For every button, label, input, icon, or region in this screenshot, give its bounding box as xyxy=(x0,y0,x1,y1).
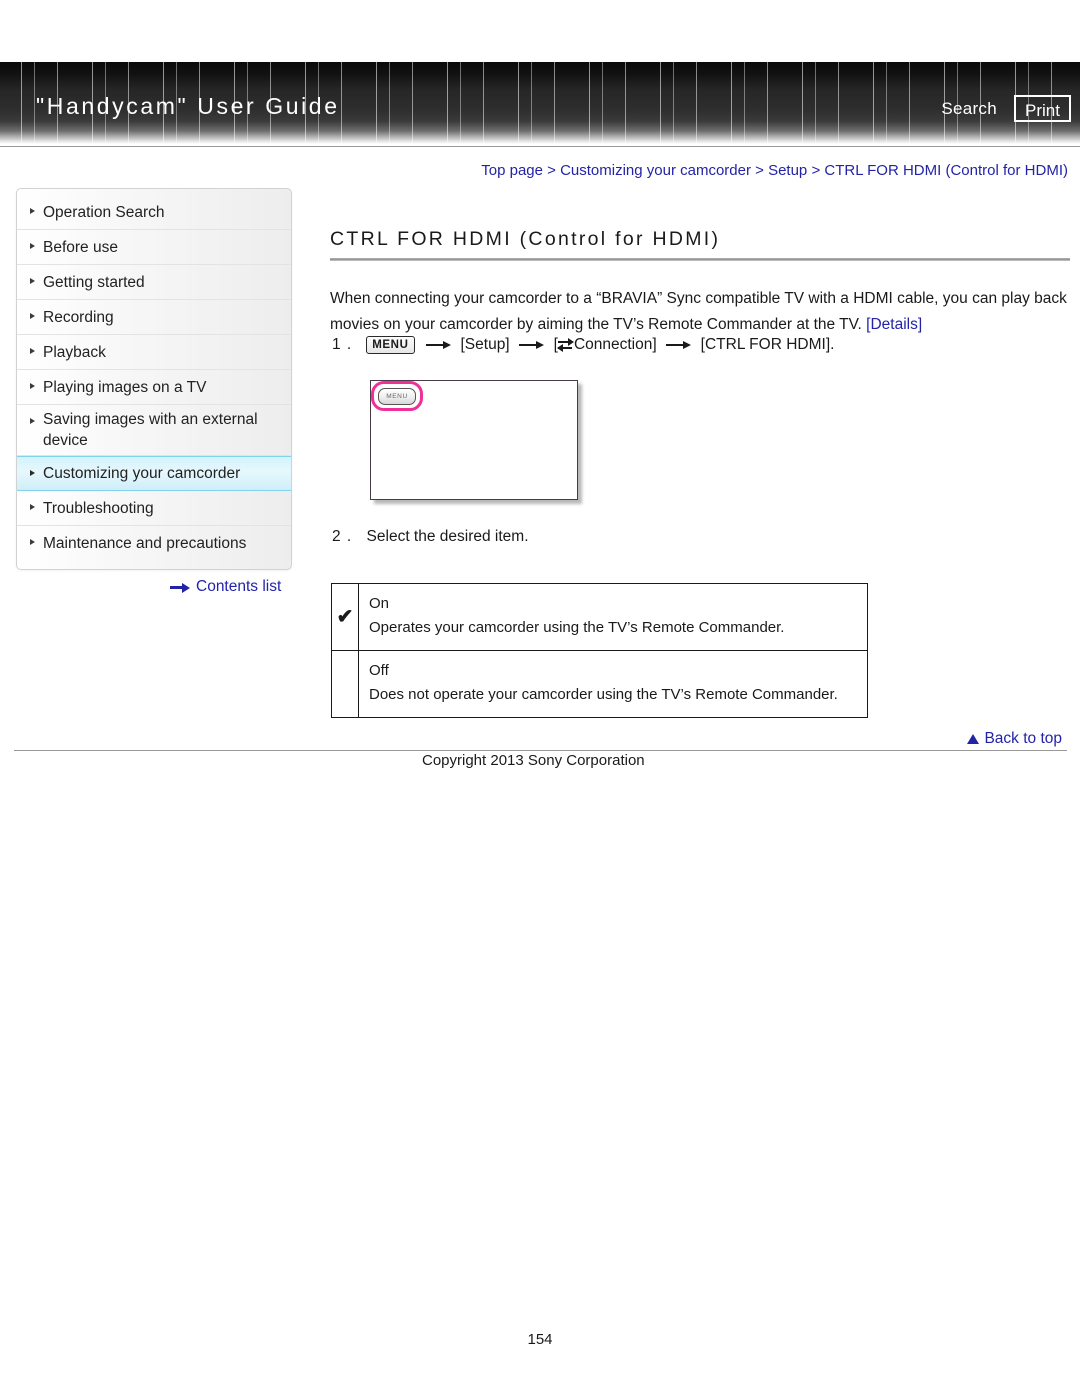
search-link[interactable]: Search xyxy=(941,99,997,119)
menu-button-icon: MENU xyxy=(366,336,415,354)
sidebar-item-label: Customizing your camcorder xyxy=(43,465,241,482)
option-selected-mark xyxy=(331,650,359,718)
caret-right-icon xyxy=(30,208,35,214)
option-name: On xyxy=(369,595,390,612)
sidebar-item-label: Playback xyxy=(43,343,106,361)
camcorder-screen-illustration: MENU xyxy=(370,380,582,504)
caret-right-icon xyxy=(30,504,35,510)
page-title: CTRL FOR HDMI (Control for HDMI) xyxy=(330,228,721,250)
sidebar-item-label: Playing images on a TV xyxy=(43,378,207,396)
option-description: Does not operate your camcorder using th… xyxy=(369,686,838,703)
option-cell: On Operates your camcorder using the TV’… xyxy=(358,583,868,651)
sidebar-item-recording[interactable]: Recording xyxy=(17,300,291,335)
back-to-top-link[interactable]: Back to top xyxy=(967,730,1062,748)
header-divider xyxy=(0,146,1080,147)
sidebar-item-label: Operation Search xyxy=(43,203,165,221)
copyright-notice: Copyright 2013 Sony Corporation xyxy=(422,752,645,769)
title-divider xyxy=(330,258,1070,261)
sidebar-item-maintenance-and-precautions[interactable]: Maintenance and precautions xyxy=(17,526,291,561)
sidebar-item-label: Before use xyxy=(43,238,118,256)
step-2-instruction: 2 . Select the desired item. xyxy=(332,528,529,546)
step-1-setup-label: [Setup] xyxy=(460,336,510,353)
sidebar-item-before-use[interactable]: Before use xyxy=(17,230,291,265)
option-selected-mark: ✔ xyxy=(331,583,359,651)
intro-paragraph: When connecting your camcorder to a “BRA… xyxy=(330,286,1075,338)
details-link[interactable]: [Details] xyxy=(866,316,922,333)
step-1-instruction: 1 . MENU [Setup] [ Connection] [CTRL FOR… xyxy=(332,336,834,354)
sidebar-item-playback[interactable]: Playback xyxy=(17,335,291,370)
screen-menu-button: MENU xyxy=(378,388,416,405)
sidebar-item-saving-images-external-device[interactable]: Saving images with an external device xyxy=(17,405,291,456)
sidebar-nav: Operation Search Before use Getting star… xyxy=(16,188,292,570)
brand-title: "Handycam" User Guide xyxy=(36,93,340,119)
sidebar-item-playing-images-on-a-tv[interactable]: Playing images on a TV xyxy=(17,370,291,405)
arrow-right-icon xyxy=(424,339,454,351)
table-row: Off Does not operate your camcorder usin… xyxy=(331,650,868,718)
sidebar-item-troubleshooting[interactable]: Troubleshooting xyxy=(17,491,291,526)
triangle-up-icon xyxy=(967,734,980,744)
contents-list-label: Contents list xyxy=(196,578,282,595)
step-2-number: 2 . xyxy=(332,528,353,545)
breadcrumb[interactable]: Top page > Customizing your camcorder > … xyxy=(330,162,1068,179)
arrow-right-icon xyxy=(664,339,694,351)
sidebar-item-label: Saving images with an external device xyxy=(43,411,258,449)
step-1-final-label: [CTRL FOR HDMI]. xyxy=(700,336,835,353)
sidebar-item-label: Maintenance and precautions xyxy=(43,535,247,552)
step-1-number: 1 . xyxy=(332,336,353,353)
footer-divider xyxy=(14,750,1067,751)
option-name: Off xyxy=(369,662,389,679)
screen-frame: MENU xyxy=(370,380,578,500)
option-cell: Off Does not operate your camcorder usin… xyxy=(358,650,868,718)
caret-right-icon xyxy=(30,243,35,249)
contents-list-link[interactable]: Contents list xyxy=(170,578,281,596)
step-2-text: Select the desired item. xyxy=(366,528,529,545)
sidebar-item-operation-search[interactable]: Operation Search xyxy=(17,195,291,230)
print-button[interactable]: Print xyxy=(1014,95,1071,122)
intro-text: When connecting your camcorder to a “BRA… xyxy=(330,290,1067,333)
sidebar-item-customizing-your-camcorder[interactable]: Customizing your camcorder xyxy=(17,456,291,491)
back-to-top-label: Back to top xyxy=(984,730,1062,747)
arrow-right-icon xyxy=(517,339,547,351)
page-number: 154 xyxy=(527,1331,553,1348)
option-description: Operates your camcorder using the TV’s R… xyxy=(369,619,785,636)
options-table: ✔ On Operates your camcorder using the T… xyxy=(331,583,868,718)
caret-right-icon xyxy=(30,348,35,354)
sidebar-item-label: Getting started xyxy=(43,273,145,291)
caret-right-icon xyxy=(30,470,35,476)
sidebar-item-getting-started[interactable]: Getting started xyxy=(17,265,291,300)
caret-right-icon xyxy=(30,383,35,389)
step-1-connection-label: Connection] xyxy=(573,336,657,353)
caret-right-icon xyxy=(30,539,35,545)
sidebar-item-label: Recording xyxy=(43,308,114,326)
sidebar-item-label: Troubleshooting xyxy=(43,499,154,517)
connection-icon xyxy=(556,338,574,352)
table-row: ✔ On Operates your camcorder using the T… xyxy=(331,583,868,651)
arrow-right-icon xyxy=(170,582,192,593)
caret-right-icon xyxy=(30,278,35,284)
caret-right-icon xyxy=(30,418,35,424)
caret-right-icon xyxy=(30,313,35,319)
